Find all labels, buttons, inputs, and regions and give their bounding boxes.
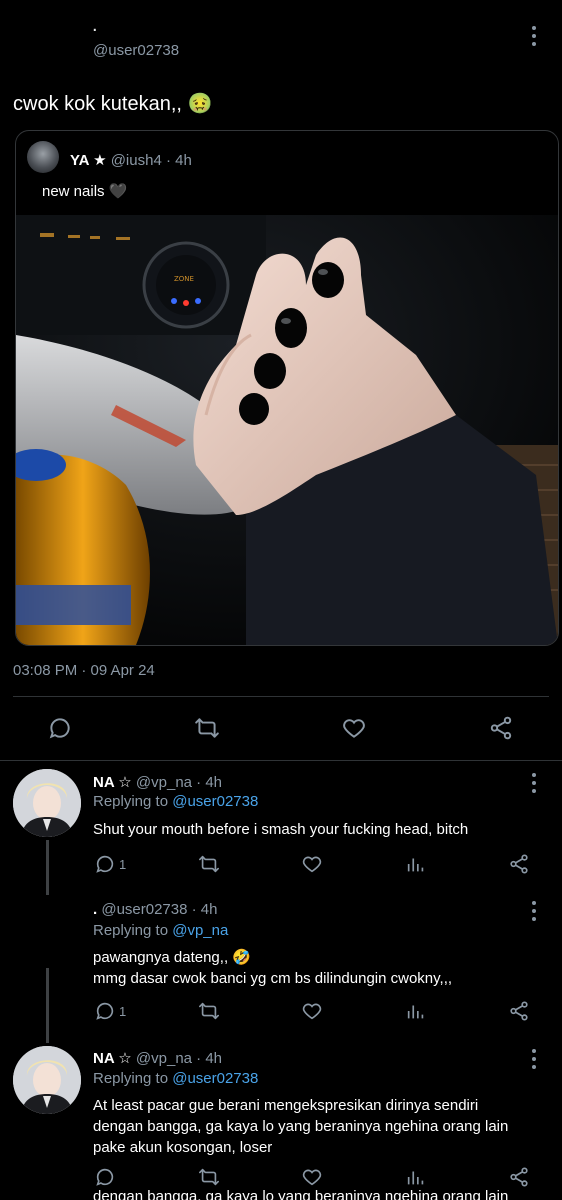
reply-header: . @user02738 · 4h xyxy=(93,901,217,918)
reply-header: NA ☆ @vp_na · 4h xyxy=(93,773,222,791)
replying-to: Replying to @vp_na xyxy=(93,922,228,939)
replying-to: Replying to @user02738 xyxy=(93,1070,258,1087)
thread-line xyxy=(46,840,49,895)
reply-text: pawangnya dateng,, 🤣 mmg dasar cwok banc… xyxy=(93,947,452,989)
reply-count: 1 xyxy=(119,1004,127,1019)
quoted-tweet-text: new nails 🖤 xyxy=(42,183,128,200)
reply-text-line: mmg dasar cwok banci yg cm bs dilindungi… xyxy=(93,970,453,987)
like-icon[interactable] xyxy=(341,715,367,741)
replying-label: Replying to xyxy=(93,922,173,939)
divider xyxy=(13,696,549,697)
svg-text:ZONE: ZONE xyxy=(174,275,194,283)
replying-label: Replying to xyxy=(93,1070,173,1087)
divider xyxy=(0,760,562,761)
like-icon[interactable] xyxy=(301,1166,323,1188)
reply-display-name[interactable]: NA ☆ xyxy=(93,1050,132,1067)
reply-text: At least pacar gue berani mengekspresika… xyxy=(93,1095,508,1158)
reply-display-name[interactable]: . xyxy=(93,901,97,918)
reply-text-line: pake akun kosongan, loser xyxy=(93,1139,273,1156)
analytics-icon[interactable] xyxy=(405,853,427,875)
retweet-icon[interactable] xyxy=(194,715,220,741)
like-icon[interactable] xyxy=(301,853,323,875)
reply-text-line: pawangnya dateng,, 🤣 xyxy=(93,949,251,966)
more-options-icon[interactable] xyxy=(529,773,539,793)
reply-handle-time: @user02738 · 4h xyxy=(101,901,218,918)
tweet-timestamp: 03:08 PM · 09 Apr 24 xyxy=(13,662,155,679)
replying-to-link[interactable]: @vp_na xyxy=(172,922,228,939)
car-interior-photo[interactable]: ZONE xyxy=(16,215,558,645)
reply-icon[interactable] xyxy=(94,1000,116,1022)
quoted-handle-time: @iush4 · 4h xyxy=(110,152,192,169)
thread-line xyxy=(46,968,49,1043)
reply-text-line: At least pacar gue berani mengekspresika… xyxy=(93,1097,479,1114)
reply-display-name[interactable]: NA ☆ xyxy=(93,774,132,791)
reply-handle-time: @vp_na · 4h xyxy=(135,1050,223,1067)
reply-header: NA ☆ @vp_na · 4h xyxy=(93,1049,222,1067)
more-options-icon[interactable] xyxy=(529,901,539,921)
reply-icon[interactable] xyxy=(94,853,116,875)
reply-avatar[interactable] xyxy=(13,769,81,837)
more-options-icon[interactable] xyxy=(529,1049,539,1069)
retweet-icon[interactable] xyxy=(198,1000,220,1022)
tweet-text: cwok kok kutekan,, 🤢 xyxy=(13,93,213,115)
author-display-name[interactable]: . xyxy=(92,15,98,35)
quoted-tweet-card[interactable]: YA ★ @iush4 · 4h new nails 🖤 ZONE xyxy=(15,130,559,646)
reply-count: 1 xyxy=(119,857,127,872)
quoted-tweet-header: YA ★ @iush4 · 4h xyxy=(70,151,192,169)
reply-handle-time: @vp_na · 4h xyxy=(135,774,223,791)
reply-avatar[interactable] xyxy=(13,1046,81,1114)
replying-to: Replying to @user02738 xyxy=(93,793,258,810)
more-options-icon[interactable] xyxy=(529,26,539,46)
replying-to-link[interactable]: @user02738 xyxy=(172,1070,258,1087)
retweet-icon[interactable] xyxy=(198,853,220,875)
quoted-display-name: YA ★ xyxy=(70,152,107,169)
analytics-icon[interactable] xyxy=(405,1000,427,1022)
reply-icon[interactable] xyxy=(47,715,73,741)
share-icon[interactable] xyxy=(508,853,530,875)
like-icon[interactable] xyxy=(301,1000,323,1022)
retweet-icon[interactable] xyxy=(198,1166,220,1188)
author-handle[interactable]: @user02738 xyxy=(93,42,179,59)
quoted-avatar[interactable] xyxy=(27,141,59,173)
share-icon[interactable] xyxy=(488,715,514,741)
overflow-text: dengan bangga, ga kaya lo yang beraninya… xyxy=(93,1188,509,1200)
reply-text: Shut your mouth before i smash your fuck… xyxy=(93,821,469,838)
reply-text-line: dengan bangga, ga kaya lo yang beraninya… xyxy=(93,1118,509,1135)
replying-label: Replying to xyxy=(93,793,173,810)
replying-to-link[interactable]: @user02738 xyxy=(172,793,258,810)
share-icon[interactable] xyxy=(508,1166,530,1188)
reply-icon[interactable] xyxy=(94,1166,116,1188)
analytics-icon[interactable] xyxy=(405,1166,427,1188)
share-icon[interactable] xyxy=(508,1000,530,1022)
